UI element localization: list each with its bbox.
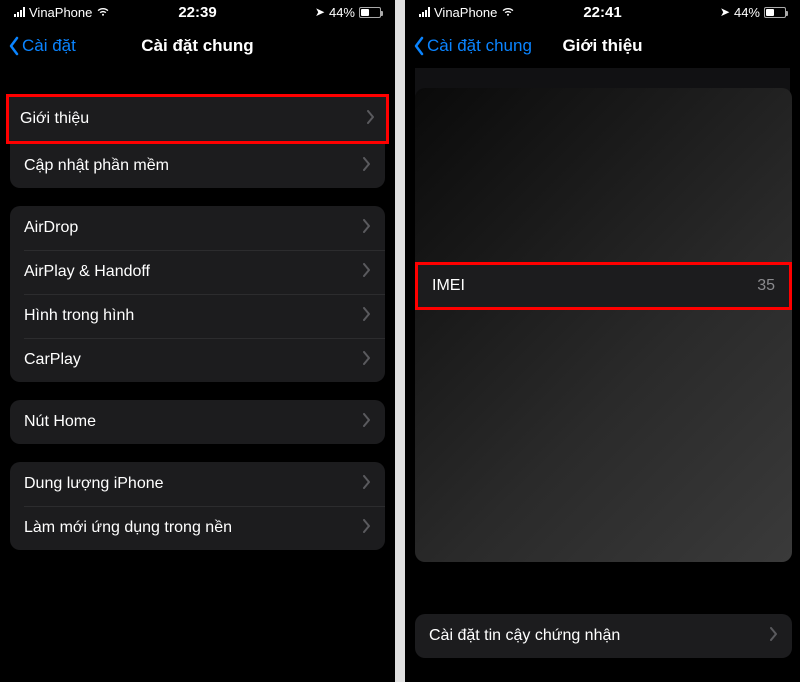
row-certificate-trust[interactable]: Cài đặt tin cậy chứng nhận [415,614,792,658]
row-home-button[interactable]: Nút Home [10,400,385,444]
wifi-icon [96,5,110,20]
status-left: VinaPhone [14,5,110,20]
highlight-imei[interactable]: IMEI 35 [415,262,792,310]
imei-label: IMEI [432,277,465,295]
location-icon: ➤ [720,5,730,19]
chevron-right-icon [363,219,371,237]
battery-icon [764,7,786,18]
chevron-right-icon [367,110,375,128]
highlight-about: Giới thiệu [6,94,389,144]
row-airdrop[interactable]: AirDrop [10,206,385,250]
chevron-left-icon [413,36,425,56]
battery-icon [359,7,381,18]
nav-bar: Cài đặt Cài đặt chung [0,24,395,68]
row-label: CarPlay [24,351,81,369]
chevron-left-icon [8,36,20,56]
imei-value: 35 [757,277,775,295]
status-bar: VinaPhone 22:41 ➤ 44% [405,0,800,24]
group-general-1b: Cập nhật phần mềm [10,144,385,188]
row-label: AirDrop [24,219,78,237]
chevron-right-icon [363,475,371,493]
row-label: Dung lượng iPhone [24,475,164,493]
battery-percent: 44% [734,5,760,20]
chevron-right-icon [363,519,371,537]
chevron-right-icon [363,307,371,325]
chevron-right-icon [363,263,371,281]
row-carplay[interactable]: CarPlay [10,338,385,382]
wifi-icon [501,5,515,20]
row-background-app-refresh[interactable]: Làm mới ứng dụng trong nền [10,506,385,550]
back-button[interactable]: Cài đặt chung [413,36,532,56]
back-label: Cài đặt [22,36,76,56]
settings-content: Giới thiệu Cập nhật phần mềm AirDrop Air… [0,68,395,682]
signal-icon [419,7,430,17]
carrier-label: VinaPhone [29,5,92,20]
about-content: IMEI 35 Cài đặt tin cậy chứng nhận [405,68,800,682]
status-left: VinaPhone [419,5,515,20]
phone-right-about: VinaPhone 22:41 ➤ 44% Cài đặt chung Giới… [405,0,800,682]
status-time: 22:39 [178,4,216,21]
row-airplay-handoff[interactable]: AirPlay & Handoff [10,250,385,294]
back-button[interactable]: Cài đặt [8,36,76,56]
chevron-right-icon [363,351,371,369]
row-software-update[interactable]: Cập nhật phần mềm [10,144,385,188]
back-label: Cài đặt chung [427,36,532,56]
status-right: ➤ 44% [720,5,786,20]
carrier-label: VinaPhone [434,5,497,20]
phone-left-general-settings: VinaPhone 22:39 ➤ 44% Cài đặt Cài đặt ch… [0,0,395,682]
row-label: Hình trong hình [24,307,134,325]
row-label: Cài đặt tin cậy chứng nhận [429,627,620,645]
row-label: Giới thiệu [20,110,89,128]
group-connectivity: AirDrop AirPlay & Handoff Hình trong hìn… [10,206,385,382]
chevron-right-icon [363,413,371,431]
row-label: Nút Home [24,413,96,431]
nav-title: Giới thiệu [562,36,642,56]
group-storage: Dung lượng iPhone Làm mới ứng dụng trong… [10,462,385,550]
row-about[interactable]: Giới thiệu [9,97,386,141]
chevron-right-icon [363,157,371,175]
nav-title: Cài đặt chung [141,36,253,56]
row-iphone-storage[interactable]: Dung lượng iPhone [10,462,385,506]
row-label: Cập nhật phần mềm [24,157,169,175]
status-right: ➤ 44% [315,5,381,20]
chevron-right-icon [770,627,778,645]
location-icon: ➤ [315,5,325,19]
redacted-area [415,88,792,562]
nav-bar: Cài đặt chung Giới thiệu [405,24,800,68]
group-home-button: Nút Home [10,400,385,444]
status-time: 22:41 [583,4,621,21]
row-label: Làm mới ứng dụng trong nền [24,519,232,537]
status-bar: VinaPhone 22:39 ➤ 44% [0,0,395,24]
row-label: AirPlay & Handoff [24,263,150,281]
row-picture-in-picture[interactable]: Hình trong hình [10,294,385,338]
signal-icon [14,7,25,17]
battery-percent: 44% [329,5,355,20]
